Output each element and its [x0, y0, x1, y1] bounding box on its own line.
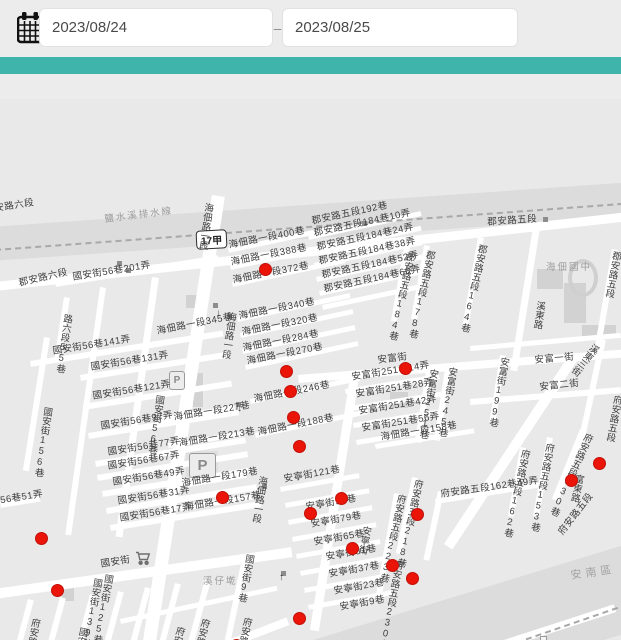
place-label: 海佃國中	[546, 263, 592, 273]
incident-marker[interactable]	[51, 584, 64, 597]
street-label: 國安街56巷51弄	[0, 490, 44, 511]
incident-marker[interactable]	[287, 411, 300, 424]
incident-marker[interactable]	[335, 492, 348, 505]
incident-marker[interactable]	[565, 474, 578, 487]
incident-marker[interactable]	[293, 612, 306, 625]
boundary-node	[540, 636, 547, 640]
date-from-input[interactable]	[39, 8, 273, 47]
street-label: 國安街155巷	[63, 626, 88, 640]
incident-marker[interactable]	[593, 457, 606, 470]
accent-bar	[0, 57, 621, 74]
toolbar-map-gap	[0, 74, 621, 99]
street-label: 郡安路五段	[603, 250, 621, 299]
signal-marker	[543, 217, 548, 222]
lane-arrow-down: ↓	[216, 309, 221, 319]
street-label: 國安街	[100, 555, 131, 570]
incident-marker[interactable]	[304, 507, 317, 520]
incident-marker[interactable]	[35, 532, 48, 545]
street-label: 郡安路五段164巷	[458, 243, 486, 333]
parking-small-icon: P	[169, 371, 185, 390]
date-range-separator: –	[273, 20, 282, 36]
incident-marker[interactable]	[411, 508, 424, 521]
incident-marker[interactable]	[386, 559, 399, 572]
incident-marker[interactable]	[346, 542, 359, 555]
street-label: 海佃路一段	[250, 475, 267, 523]
date-to-input[interactable]	[282, 8, 518, 47]
street-label: 溪東路	[531, 300, 545, 330]
incident-marker[interactable]	[216, 491, 229, 504]
lane-arrow-down: ↓	[237, 404, 242, 414]
date-range-toolbar: –	[0, 0, 621, 57]
lane-arrow-up: ↑	[279, 573, 284, 583]
incident-marker[interactable]	[399, 362, 412, 375]
map-canvas[interactable]: 17甲 P P 鹽水溪排水線海佃國中溪仔墘安南區鹽水溪橋郡安路六段郡安路六段路六…	[0, 99, 621, 640]
incident-marker[interactable]	[293, 440, 306, 453]
incident-marker[interactable]	[284, 385, 297, 398]
street-label: 郡安路六段	[0, 198, 35, 216]
incident-marker[interactable]	[259, 263, 272, 276]
incident-marker[interactable]	[406, 572, 419, 585]
shopping-cart-icon	[135, 551, 151, 566]
street-label: 國安街56巷201弄	[72, 261, 152, 283]
street-label: 府安路五段	[604, 394, 621, 443]
street	[423, 491, 443, 561]
incident-marker[interactable]	[280, 365, 293, 378]
place-label: 溪仔墘	[203, 577, 238, 587]
